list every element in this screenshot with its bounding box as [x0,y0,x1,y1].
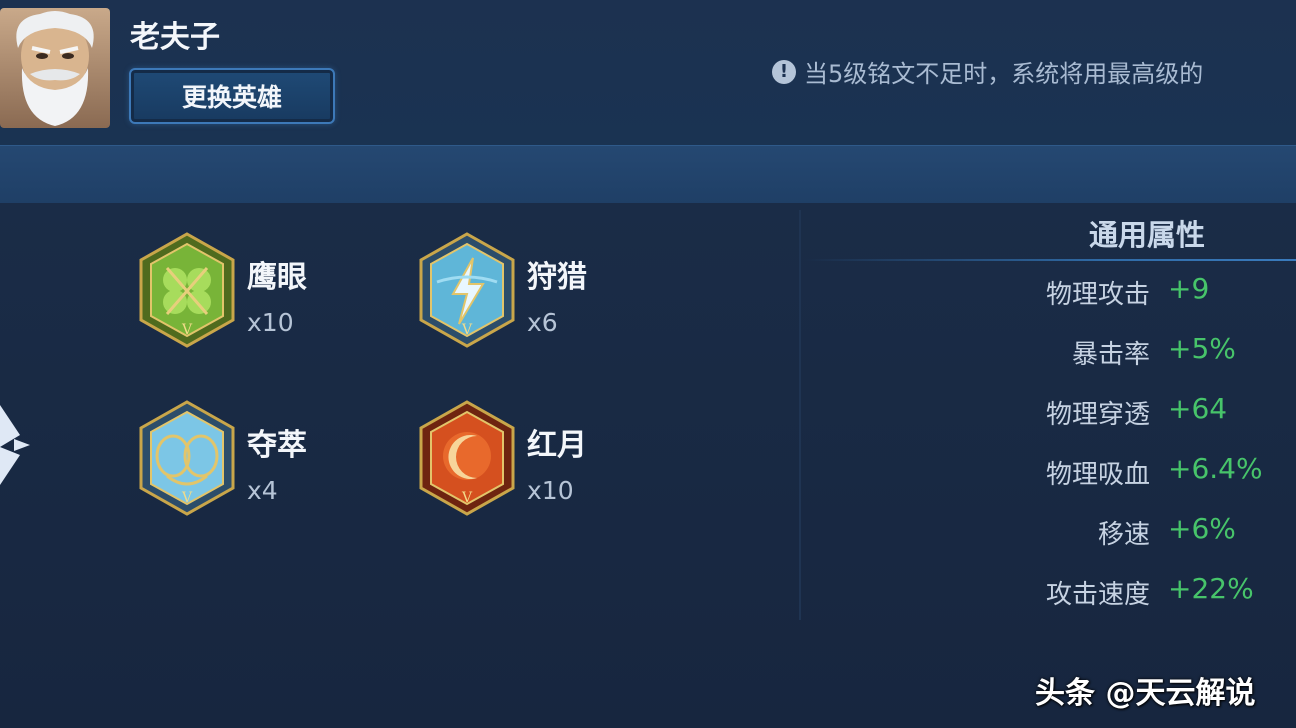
rune-count: x4 [247,476,278,505]
notice-message: 当5级铭文不足时，系统将用最高级的 [804,60,1204,88]
rune-item[interactable]: V 狩猎 x6 [417,232,797,362]
svg-text:V: V [461,322,473,338]
attribute-label: 物理吸血 [1045,460,1150,490]
attribute-value: +9 [1168,272,1210,305]
svg-text:V: V [461,490,473,506]
attribute-label: 攻击速度 [1045,580,1150,610]
attributes-divider [805,259,1296,261]
rune-name: 鹰眼 [247,260,307,295]
rune-item[interactable]: V 红月 x10 [417,400,797,530]
rune-red-moon-hexagon-icon: V [419,400,515,516]
rune-name: 狩猎 [527,260,587,295]
section-band [0,145,1296,204]
rune-count: x10 [527,476,574,505]
rune-blue-lightning-hexagon-icon: V [419,232,515,348]
attribute-label: 物理攻击 [1045,280,1150,310]
hero-name: 老夫子 [130,20,220,55]
attribute-row: 物理穿透 +64 [900,390,1296,430]
rune-blue-knot-hexagon-icon: V [139,400,235,516]
attribute-label: 移速 [1097,520,1150,550]
attribute-value: +6.4% [1168,452,1263,485]
rune-green-hexagon-icon: V [139,232,235,348]
notice-text: ! 当5级铭文不足时，系统将用最高级的 [772,54,1296,89]
attribute-row: 物理吸血 +6.4% [900,450,1296,490]
svg-text:V: V [181,322,193,338]
panel-divider [799,210,801,620]
attribute-value: +22% [1168,572,1254,605]
attribute-row: 物理攻击 +9 [900,270,1296,310]
attribute-label: 暴击率 [1071,340,1150,370]
rune-name: 红月 [527,428,587,463]
rune-count: x6 [527,308,558,337]
attribute-label: 物理穿透 [1045,400,1150,430]
swap-hero-button[interactable]: 更换英雄 [129,68,335,124]
rune-page-emblem-icon [0,405,30,485]
hero-portrait[interactable] [0,8,110,128]
rune-count: x10 [247,308,294,337]
attribute-value: +64 [1168,392,1228,425]
attribute-row: 移速 +6% [900,510,1296,550]
svg-text:V: V [181,490,193,506]
attribute-row: 攻击速度 +22% [900,570,1296,610]
exclamation-icon: ! [772,59,796,84]
hero-portrait-image [0,8,110,128]
rune-name: 夺萃 [247,428,307,463]
attributes-title: 通用属性 [1089,218,1206,252]
attribute-value: +6% [1168,512,1236,545]
watermark: 头条 @天云解说 [1035,676,1256,711]
attribute-value: +5% [1168,332,1236,365]
attribute-row: 暴击率 +5% [900,330,1296,370]
